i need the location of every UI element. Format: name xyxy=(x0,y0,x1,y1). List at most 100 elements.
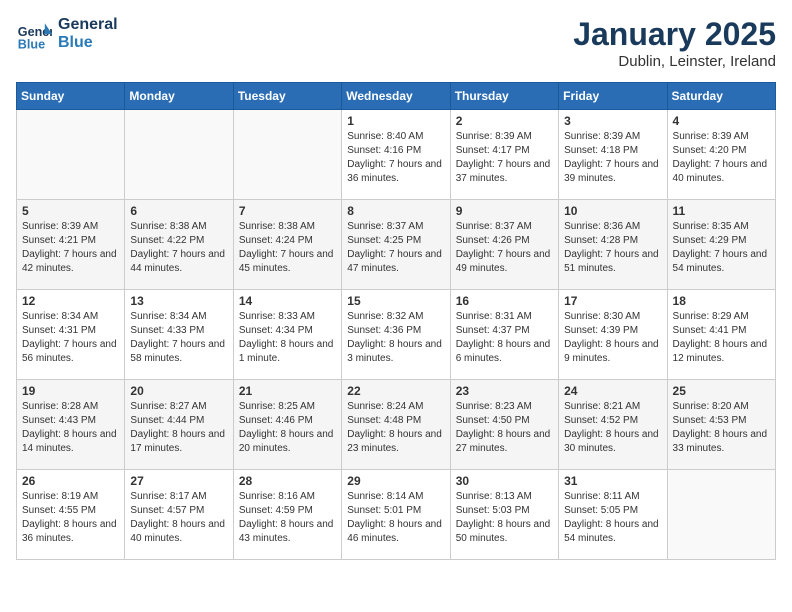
day-info: Sunrise: 8:34 AMSunset: 4:33 PMDaylight:… xyxy=(130,310,227,366)
day-info: Sunrise: 8:23 AMSunset: 4:50 PMDaylight:… xyxy=(456,400,553,456)
calendar-day-cell: 23 Sunrise: 8:23 AMSunset: 4:50 PMDaylig… xyxy=(450,380,558,470)
calendar-day-cell xyxy=(667,470,775,560)
day-info: Sunrise: 8:14 AMSunset: 5:01 PMDaylight:… xyxy=(347,490,444,546)
day-info: Sunrise: 8:39 AMSunset: 4:18 PMDaylight:… xyxy=(564,130,661,186)
day-info: Sunrise: 8:16 AMSunset: 4:59 PMDaylight:… xyxy=(239,490,336,546)
calendar-day-cell: 16 Sunrise: 8:31 AMSunset: 4:37 PMDaylig… xyxy=(450,290,558,380)
logo: General Blue General Blue xyxy=(16,16,118,52)
calendar-day-cell: 18 Sunrise: 8:29 AMSunset: 4:41 PMDaylig… xyxy=(667,290,775,380)
calendar-day-cell: 7 Sunrise: 8:38 AMSunset: 4:24 PMDayligh… xyxy=(233,200,341,290)
calendar-subtitle: Dublin, Leinster, Ireland xyxy=(573,53,776,70)
day-number: 18 xyxy=(673,294,770,308)
calendar-day-cell: 17 Sunrise: 8:30 AMSunset: 4:39 PMDaylig… xyxy=(559,290,667,380)
calendar-day-cell: 31 Sunrise: 8:11 AMSunset: 5:05 PMDaylig… xyxy=(559,470,667,560)
day-number: 22 xyxy=(347,384,444,398)
calendar-day-cell xyxy=(233,110,341,200)
day-info: Sunrise: 8:37 AMSunset: 4:26 PMDaylight:… xyxy=(456,220,553,276)
day-info: Sunrise: 8:30 AMSunset: 4:39 PMDaylight:… xyxy=(564,310,661,366)
calendar-day-cell: 27 Sunrise: 8:17 AMSunset: 4:57 PMDaylig… xyxy=(125,470,233,560)
day-info: Sunrise: 8:39 AMSunset: 4:21 PMDaylight:… xyxy=(22,220,119,276)
calendar-day-cell: 1 Sunrise: 8:40 AMSunset: 4:16 PMDayligh… xyxy=(342,110,450,200)
day-info: Sunrise: 8:38 AMSunset: 4:22 PMDaylight:… xyxy=(130,220,227,276)
calendar-day-cell: 6 Sunrise: 8:38 AMSunset: 4:22 PMDayligh… xyxy=(125,200,233,290)
day-header: Saturday xyxy=(667,83,775,110)
day-number: 15 xyxy=(347,294,444,308)
logo-line1: General xyxy=(58,16,118,34)
day-number: 27 xyxy=(130,474,227,488)
day-number: 6 xyxy=(130,204,227,218)
day-number: 1 xyxy=(347,114,444,128)
day-info: Sunrise: 8:34 AMSunset: 4:31 PMDaylight:… xyxy=(22,310,119,366)
svg-text:Blue: Blue xyxy=(18,37,45,51)
day-number: 10 xyxy=(564,204,661,218)
day-number: 21 xyxy=(239,384,336,398)
calendar-day-cell: 26 Sunrise: 8:19 AMSunset: 4:55 PMDaylig… xyxy=(17,470,125,560)
day-number: 19 xyxy=(22,384,119,398)
day-number: 26 xyxy=(22,474,119,488)
calendar-day-cell: 19 Sunrise: 8:28 AMSunset: 4:43 PMDaylig… xyxy=(17,380,125,470)
day-header: Thursday xyxy=(450,83,558,110)
calendar-day-cell: 5 Sunrise: 8:39 AMSunset: 4:21 PMDayligh… xyxy=(17,200,125,290)
day-info: Sunrise: 8:40 AMSunset: 4:16 PMDaylight:… xyxy=(347,130,444,186)
day-info: Sunrise: 8:19 AMSunset: 4:55 PMDaylight:… xyxy=(22,490,119,546)
calendar-week-row: 19 Sunrise: 8:28 AMSunset: 4:43 PMDaylig… xyxy=(17,380,776,470)
day-info: Sunrise: 8:28 AMSunset: 4:43 PMDaylight:… xyxy=(22,400,119,456)
day-info: Sunrise: 8:11 AMSunset: 5:05 PMDaylight:… xyxy=(564,490,661,546)
day-number: 24 xyxy=(564,384,661,398)
calendar-table: SundayMondayTuesdayWednesdayThursdayFrid… xyxy=(16,82,776,560)
day-number: 7 xyxy=(239,204,336,218)
calendar-day-cell: 22 Sunrise: 8:24 AMSunset: 4:48 PMDaylig… xyxy=(342,380,450,470)
calendar-day-cell: 2 Sunrise: 8:39 AMSunset: 4:17 PMDayligh… xyxy=(450,110,558,200)
day-number: 13 xyxy=(130,294,227,308)
day-number: 25 xyxy=(673,384,770,398)
calendar-title: January 2025 xyxy=(573,16,776,53)
calendar-day-cell: 3 Sunrise: 8:39 AMSunset: 4:18 PMDayligh… xyxy=(559,110,667,200)
day-number: 20 xyxy=(130,384,227,398)
day-header: Wednesday xyxy=(342,83,450,110)
header: General Blue General Blue January 2025 D… xyxy=(16,16,776,70)
calendar-day-cell: 4 Sunrise: 8:39 AMSunset: 4:20 PMDayligh… xyxy=(667,110,775,200)
day-number: 17 xyxy=(564,294,661,308)
calendar-day-cell xyxy=(125,110,233,200)
calendar-week-row: 1 Sunrise: 8:40 AMSunset: 4:16 PMDayligh… xyxy=(17,110,776,200)
calendar-day-cell: 24 Sunrise: 8:21 AMSunset: 4:52 PMDaylig… xyxy=(559,380,667,470)
day-info: Sunrise: 8:24 AMSunset: 4:48 PMDaylight:… xyxy=(347,400,444,456)
calendar-day-cell: 29 Sunrise: 8:14 AMSunset: 5:01 PMDaylig… xyxy=(342,470,450,560)
day-info: Sunrise: 8:20 AMSunset: 4:53 PMDaylight:… xyxy=(673,400,770,456)
day-number: 11 xyxy=(673,204,770,218)
day-info: Sunrise: 8:36 AMSunset: 4:28 PMDaylight:… xyxy=(564,220,661,276)
calendar-day-cell: 14 Sunrise: 8:33 AMSunset: 4:34 PMDaylig… xyxy=(233,290,341,380)
header-row: SundayMondayTuesdayWednesdayThursdayFrid… xyxy=(17,83,776,110)
day-number: 4 xyxy=(673,114,770,128)
calendar-day-cell: 15 Sunrise: 8:32 AMSunset: 4:36 PMDaylig… xyxy=(342,290,450,380)
calendar-day-cell: 11 Sunrise: 8:35 AMSunset: 4:29 PMDaylig… xyxy=(667,200,775,290)
day-number: 5 xyxy=(22,204,119,218)
calendar-week-row: 26 Sunrise: 8:19 AMSunset: 4:55 PMDaylig… xyxy=(17,470,776,560)
day-header: Monday xyxy=(125,83,233,110)
calendar-week-row: 12 Sunrise: 8:34 AMSunset: 4:31 PMDaylig… xyxy=(17,290,776,380)
day-number: 12 xyxy=(22,294,119,308)
calendar-day-cell: 21 Sunrise: 8:25 AMSunset: 4:46 PMDaylig… xyxy=(233,380,341,470)
day-info: Sunrise: 8:25 AMSunset: 4:46 PMDaylight:… xyxy=(239,400,336,456)
day-info: Sunrise: 8:29 AMSunset: 4:41 PMDaylight:… xyxy=(673,310,770,366)
day-info: Sunrise: 8:17 AMSunset: 4:57 PMDaylight:… xyxy=(130,490,227,546)
calendar-day-cell: 8 Sunrise: 8:37 AMSunset: 4:25 PMDayligh… xyxy=(342,200,450,290)
day-number: 29 xyxy=(347,474,444,488)
calendar-day-cell: 30 Sunrise: 8:13 AMSunset: 5:03 PMDaylig… xyxy=(450,470,558,560)
calendar-day-cell: 13 Sunrise: 8:34 AMSunset: 4:33 PMDaylig… xyxy=(125,290,233,380)
day-number: 30 xyxy=(456,474,553,488)
day-number: 31 xyxy=(564,474,661,488)
day-number: 16 xyxy=(456,294,553,308)
day-info: Sunrise: 8:13 AMSunset: 5:03 PMDaylight:… xyxy=(456,490,553,546)
calendar-day-cell: 9 Sunrise: 8:37 AMSunset: 4:26 PMDayligh… xyxy=(450,200,558,290)
day-number: 28 xyxy=(239,474,336,488)
day-info: Sunrise: 8:31 AMSunset: 4:37 PMDaylight:… xyxy=(456,310,553,366)
day-number: 3 xyxy=(564,114,661,128)
day-info: Sunrise: 8:33 AMSunset: 4:34 PMDaylight:… xyxy=(239,310,336,366)
day-info: Sunrise: 8:35 AMSunset: 4:29 PMDaylight:… xyxy=(673,220,770,276)
calendar-day-cell: 20 Sunrise: 8:27 AMSunset: 4:44 PMDaylig… xyxy=(125,380,233,470)
day-header: Friday xyxy=(559,83,667,110)
day-info: Sunrise: 8:39 AMSunset: 4:20 PMDaylight:… xyxy=(673,130,770,186)
day-number: 14 xyxy=(239,294,336,308)
day-number: 9 xyxy=(456,204,553,218)
